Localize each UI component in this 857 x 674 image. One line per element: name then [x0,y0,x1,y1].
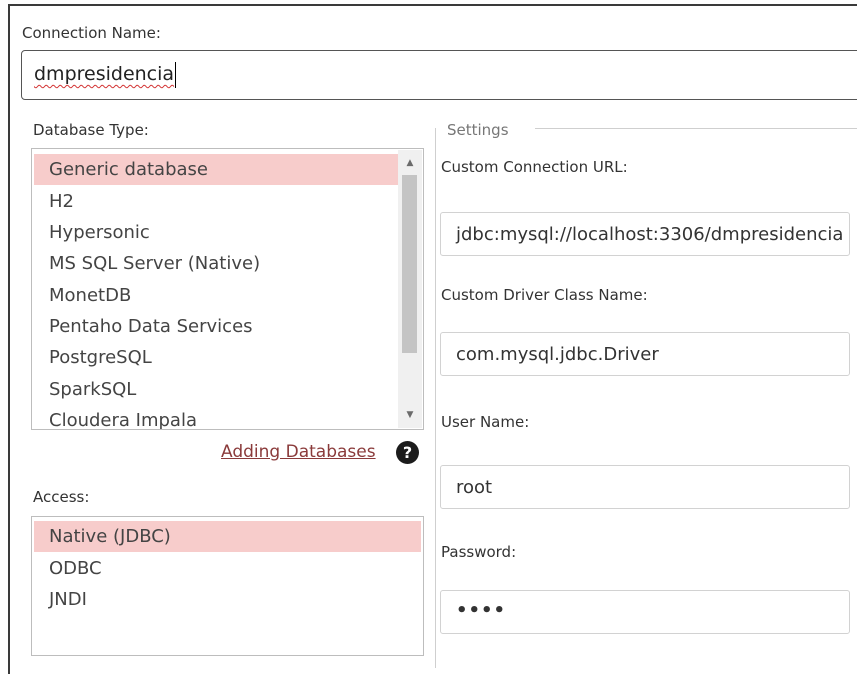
database-type-item[interactable]: Pentaho Data Services [34,311,253,342]
access-item[interactable]: JNDI [34,584,87,615]
user-name-value: root [456,477,493,498]
database-type-item[interactable]: Cloudera Impala [34,405,197,429]
connection-name-input[interactable]: dmpresidencia [21,50,857,100]
driver-class-label: Custom Driver Class Name: [441,286,648,304]
settings-group-border [435,128,436,668]
settings-group-rule [535,128,857,129]
user-name-label: User Name: [441,413,530,431]
driver-class-input[interactable]: com.mysql.jdbc.Driver [440,332,850,376]
database-type-item[interactable]: Generic database [34,154,399,185]
access-label: Access: [33,488,90,506]
custom-url-label: Custom Connection URL: [441,158,628,176]
password-label: Password: [441,543,517,561]
scroll-up-icon[interactable]: ▲ [398,154,422,172]
password-value: •••• [456,600,507,621]
help-icon[interactable]: ? [396,441,419,464]
access-list[interactable]: Native (JDBC) ODBC JNDI [31,516,424,656]
scrollbar-thumb[interactable] [402,175,417,353]
database-type-item[interactable]: H2 [34,186,74,217]
adding-databases-link[interactable]: Adding Databases [221,442,376,462]
settings-legend: Settings [447,121,509,139]
database-type-item[interactable]: MonetDB [34,280,131,311]
driver-class-value: com.mysql.jdbc.Driver [456,344,659,365]
database-type-item[interactable]: MS SQL Server (Native) [34,248,260,279]
connection-name-value: dmpresidencia [34,63,175,85]
database-type-item[interactable]: Hypersonic [34,217,150,248]
access-item[interactable]: Native (JDBC) [34,521,421,552]
user-name-input[interactable]: root [440,465,850,509]
custom-url-input[interactable]: jdbc:mysql://localhost:3306/dmpresidenci… [440,212,850,256]
database-type-label: Database Type: [33,121,149,139]
password-input[interactable]: •••• [440,590,850,634]
access-item[interactable]: ODBC [34,553,102,584]
custom-url-value: jdbc:mysql://localhost:3306/dmpresidenci… [456,224,844,245]
database-type-scrollbar[interactable]: ▲ ▼ [398,150,422,428]
database-type-item[interactable]: PostgreSQL [34,342,152,373]
database-type-item[interactable]: SparkSQL [34,374,136,405]
text-caret [175,62,176,88]
scroll-down-icon[interactable]: ▼ [398,406,422,424]
connection-name-label: Connection Name: [22,24,161,42]
database-type-list[interactable]: Generic database H2 Hypersonic MS SQL Se… [31,148,424,430]
